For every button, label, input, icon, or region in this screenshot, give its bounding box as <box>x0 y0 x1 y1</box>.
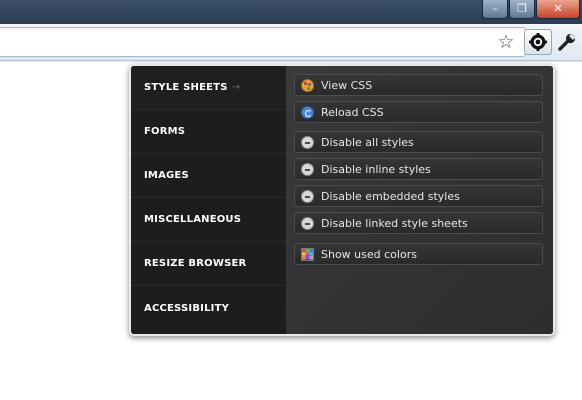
view-css-button[interactable]: View CSS <box>294 74 543 96</box>
category-accessibility[interactable]: ACCESSIBILITY <box>131 286 286 330</box>
gear-icon <box>529 33 547 51</box>
reload-icon <box>301 105 314 119</box>
palette-icon <box>301 78 314 92</box>
web-developer-extension-button[interactable] <box>524 29 552 55</box>
active-arrow-icon: → <box>231 82 241 93</box>
disable-all-styles-button[interactable]: Disable all styles <box>294 131 543 153</box>
close-button[interactable]: ✕ <box>536 0 580 19</box>
reload-css-button[interactable]: Reload CSS <box>294 101 543 123</box>
web-developer-menu: STYLE SHEETS → FORMS IMAGES MISCELLANEOU… <box>129 64 555 336</box>
disable-embedded-styles-button[interactable]: Disable embedded styles <box>294 185 543 207</box>
window-controls: – ❐ ✕ <box>481 0 580 19</box>
show-used-colors-button[interactable]: Show used colors <box>294 243 543 265</box>
minimize-button[interactable]: – <box>482 0 508 19</box>
button-label: Disable all styles <box>321 135 414 149</box>
button-label: View CSS <box>321 78 373 92</box>
window-titlebar: – ❐ ✕ <box>0 0 582 24</box>
button-label: Disable inline styles <box>321 162 431 176</box>
disable-linked-style-sheets-button[interactable]: Disable linked style sheets <box>294 212 543 234</box>
category-label: STYLE SHEETS <box>144 82 228 93</box>
color-grid-icon <box>301 247 314 261</box>
button-label: Reload CSS <box>321 105 384 119</box>
button-label: Disable linked style sheets <box>321 216 468 230</box>
page-top-divider <box>0 61 582 62</box>
minus-circle-icon <box>301 189 314 203</box>
category-forms[interactable]: FORMS <box>131 110 286 154</box>
menu-categories: STYLE SHEETS → FORMS IMAGES MISCELLANEOU… <box>131 66 286 334</box>
bookmark-star-icon[interactable]: ☆ <box>495 31 517 53</box>
category-miscellaneous[interactable]: MISCELLANEOUS <box>131 198 286 242</box>
category-resize-browser[interactable]: RESIZE BROWSER <box>131 242 286 286</box>
category-label: FORMS <box>144 126 186 137</box>
wrench-icon[interactable] <box>556 31 578 53</box>
disable-inline-styles-button[interactable]: Disable inline styles <box>294 158 543 180</box>
button-label: Show used colors <box>321 247 417 261</box>
maximize-button[interactable]: ❐ <box>509 0 535 19</box>
minus-circle-icon <box>301 162 314 176</box>
style-sheets-actions: View CSS Reload CSS Disable all styles D… <box>286 66 553 334</box>
category-style-sheets[interactable]: STYLE SHEETS → <box>131 66 286 110</box>
minus-circle-icon <box>301 216 314 230</box>
button-label: Disable embedded styles <box>321 189 460 203</box>
browser-toolbar: ☆ <box>0 24 582 61</box>
category-label: MISCELLANEOUS <box>144 214 242 225</box>
category-label: ACCESSIBILITY <box>144 302 230 314</box>
minus-circle-icon <box>301 135 314 149</box>
address-bar[interactable] <box>0 27 526 57</box>
category-images[interactable]: IMAGES <box>131 154 286 198</box>
category-label: RESIZE BROWSER <box>144 258 247 269</box>
category-label: IMAGES <box>144 170 189 181</box>
